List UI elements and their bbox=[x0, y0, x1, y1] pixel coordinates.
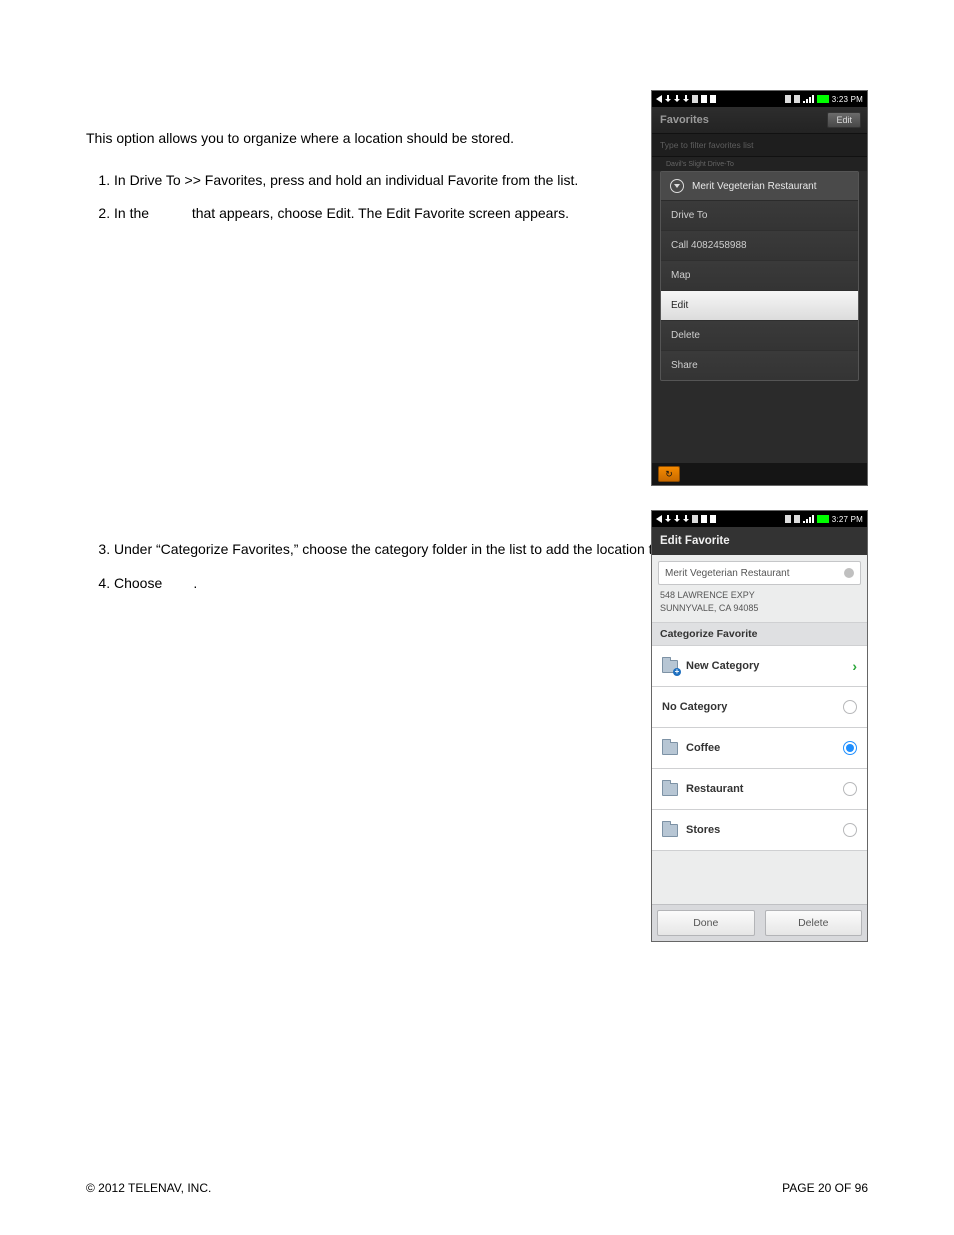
background-list-row: Davil's Slight Drive‑To bbox=[652, 157, 867, 171]
category-label: Restaurant bbox=[686, 783, 743, 795]
step-3-text: Under “Categorize Favorites,” choose the… bbox=[114, 541, 726, 557]
context-menu-title: Merit Vegeterian Restaurant bbox=[692, 181, 817, 192]
category-label: Stores bbox=[686, 824, 720, 836]
context-menu-item-edit[interactable]: Edit bbox=[661, 291, 858, 321]
context-menu-item-delete[interactable]: Delete bbox=[661, 321, 858, 351]
context-menu: Merit Vegeterian Restaurant Drive To Cal… bbox=[660, 171, 859, 381]
favorites-header: Favorites Edit bbox=[652, 107, 867, 134]
3g-icon bbox=[794, 515, 800, 523]
usb-icon bbox=[701, 95, 707, 103]
context-menu-item-driveto[interactable]: Drive To bbox=[661, 201, 858, 231]
category-row-coffee[interactable]: Coffee bbox=[652, 728, 867, 769]
edit-list-button[interactable]: Edit bbox=[827, 112, 861, 128]
battery-icon bbox=[817, 95, 829, 103]
context-menu-item-call[interactable]: Call 4082458988 bbox=[661, 231, 858, 261]
page-footer: © 2012 TELENAV, INC. PAGE 20 OF 96 bbox=[86, 1181, 868, 1195]
favorite-address-line2: SUNNYVALE, CA 94085 bbox=[660, 602, 867, 615]
folder-icon bbox=[662, 783, 678, 796]
footer-copyright: © 2012 TELENAV, INC. bbox=[86, 1181, 211, 1195]
battery-icon bbox=[817, 515, 829, 523]
download-icon bbox=[674, 95, 680, 103]
step-2-text-a: In the bbox=[114, 205, 153, 221]
radio-selected-icon[interactable] bbox=[843, 741, 857, 755]
folder-icon bbox=[662, 824, 678, 837]
download-icon bbox=[665, 515, 671, 523]
radio-unselected-icon[interactable] bbox=[843, 700, 857, 714]
notification-icon bbox=[692, 95, 698, 103]
notification-icon bbox=[656, 515, 662, 523]
categorize-section-header: Categorize Favorite bbox=[652, 622, 867, 646]
step-2-gap bbox=[153, 205, 188, 221]
sync-icon bbox=[785, 95, 791, 103]
category-list: New Category › No Category Coffee bbox=[652, 646, 867, 851]
category-label: New Category bbox=[686, 660, 759, 672]
radio-unselected-icon[interactable] bbox=[843, 782, 857, 796]
filter-input[interactable]: Type to filter favorites list bbox=[652, 134, 867, 157]
context-menu-title-row: Merit Vegeterian Restaurant bbox=[661, 172, 858, 201]
download-icon bbox=[683, 515, 689, 523]
screenshot-favorites-context-menu: 3:23 PM Favorites Edit Type to filter fa… bbox=[651, 90, 868, 486]
clock-time: 3:23 PM bbox=[832, 95, 863, 104]
signal-icon bbox=[803, 515, 814, 523]
step-4-gap bbox=[166, 575, 193, 591]
download-icon bbox=[674, 515, 680, 523]
3g-icon bbox=[794, 95, 800, 103]
context-menu-item-map[interactable]: Map bbox=[661, 261, 858, 291]
warning-icon bbox=[710, 95, 716, 103]
signal-icon bbox=[803, 95, 814, 103]
favorite-name-input[interactable]: Merit Vegeterian Restaurant bbox=[658, 561, 861, 585]
step-4-text-a: Choose bbox=[114, 575, 166, 591]
category-row-stores[interactable]: Stores bbox=[652, 810, 867, 851]
category-row-new[interactable]: New Category › bbox=[652, 646, 867, 687]
favorite-name-value: Merit Vegeterian Restaurant bbox=[665, 568, 790, 579]
clock-time: 3:27 PM bbox=[832, 515, 863, 524]
folder-icon bbox=[662, 742, 678, 755]
step-2-text-b: that appears, choose Edit. The Edit Favo… bbox=[188, 205, 569, 221]
usb-icon bbox=[701, 515, 707, 523]
chevron-right-icon: › bbox=[852, 658, 857, 674]
favorites-title: Favorites bbox=[660, 114, 709, 126]
caret-down-icon bbox=[670, 179, 684, 193]
system-key-row: ↻ bbox=[652, 463, 867, 485]
edit-favorite-header: Edit Favorite bbox=[652, 527, 867, 555]
footer-page-number: PAGE 20 OF 96 bbox=[782, 1181, 868, 1195]
notification-icon bbox=[656, 95, 662, 103]
done-button[interactable]: Done bbox=[657, 910, 755, 936]
category-row-restaurant[interactable]: Restaurant bbox=[652, 769, 867, 810]
category-label: No Category bbox=[662, 701, 727, 713]
clear-text-icon[interactable] bbox=[844, 568, 854, 578]
category-label: Coffee bbox=[686, 742, 720, 754]
refresh-key[interactable]: ↻ bbox=[658, 466, 680, 482]
add-folder-icon bbox=[662, 660, 678, 673]
download-icon bbox=[683, 95, 689, 103]
delete-button[interactable]: Delete bbox=[765, 910, 863, 936]
warning-icon bbox=[710, 515, 716, 523]
button-bar: Done Delete bbox=[652, 904, 867, 941]
context-menu-item-share[interactable]: Share bbox=[661, 351, 858, 380]
sync-icon bbox=[785, 515, 791, 523]
notification-icon bbox=[692, 515, 698, 523]
android-status-bar: 3:23 PM bbox=[652, 91, 867, 107]
screenshot-edit-favorite: 3:27 PM Edit Favorite Merit Vegeterian R… bbox=[651, 510, 868, 942]
favorite-address-line1: 548 LAWRENCE EXPY bbox=[660, 589, 867, 602]
download-icon bbox=[665, 95, 671, 103]
android-status-bar: 3:27 PM bbox=[652, 511, 867, 527]
category-row-none[interactable]: No Category bbox=[652, 687, 867, 728]
radio-unselected-icon[interactable] bbox=[843, 823, 857, 837]
step-4-text-b: . bbox=[193, 575, 197, 591]
step-1-text: In Drive To >> Favorites, press and hold… bbox=[114, 172, 578, 188]
